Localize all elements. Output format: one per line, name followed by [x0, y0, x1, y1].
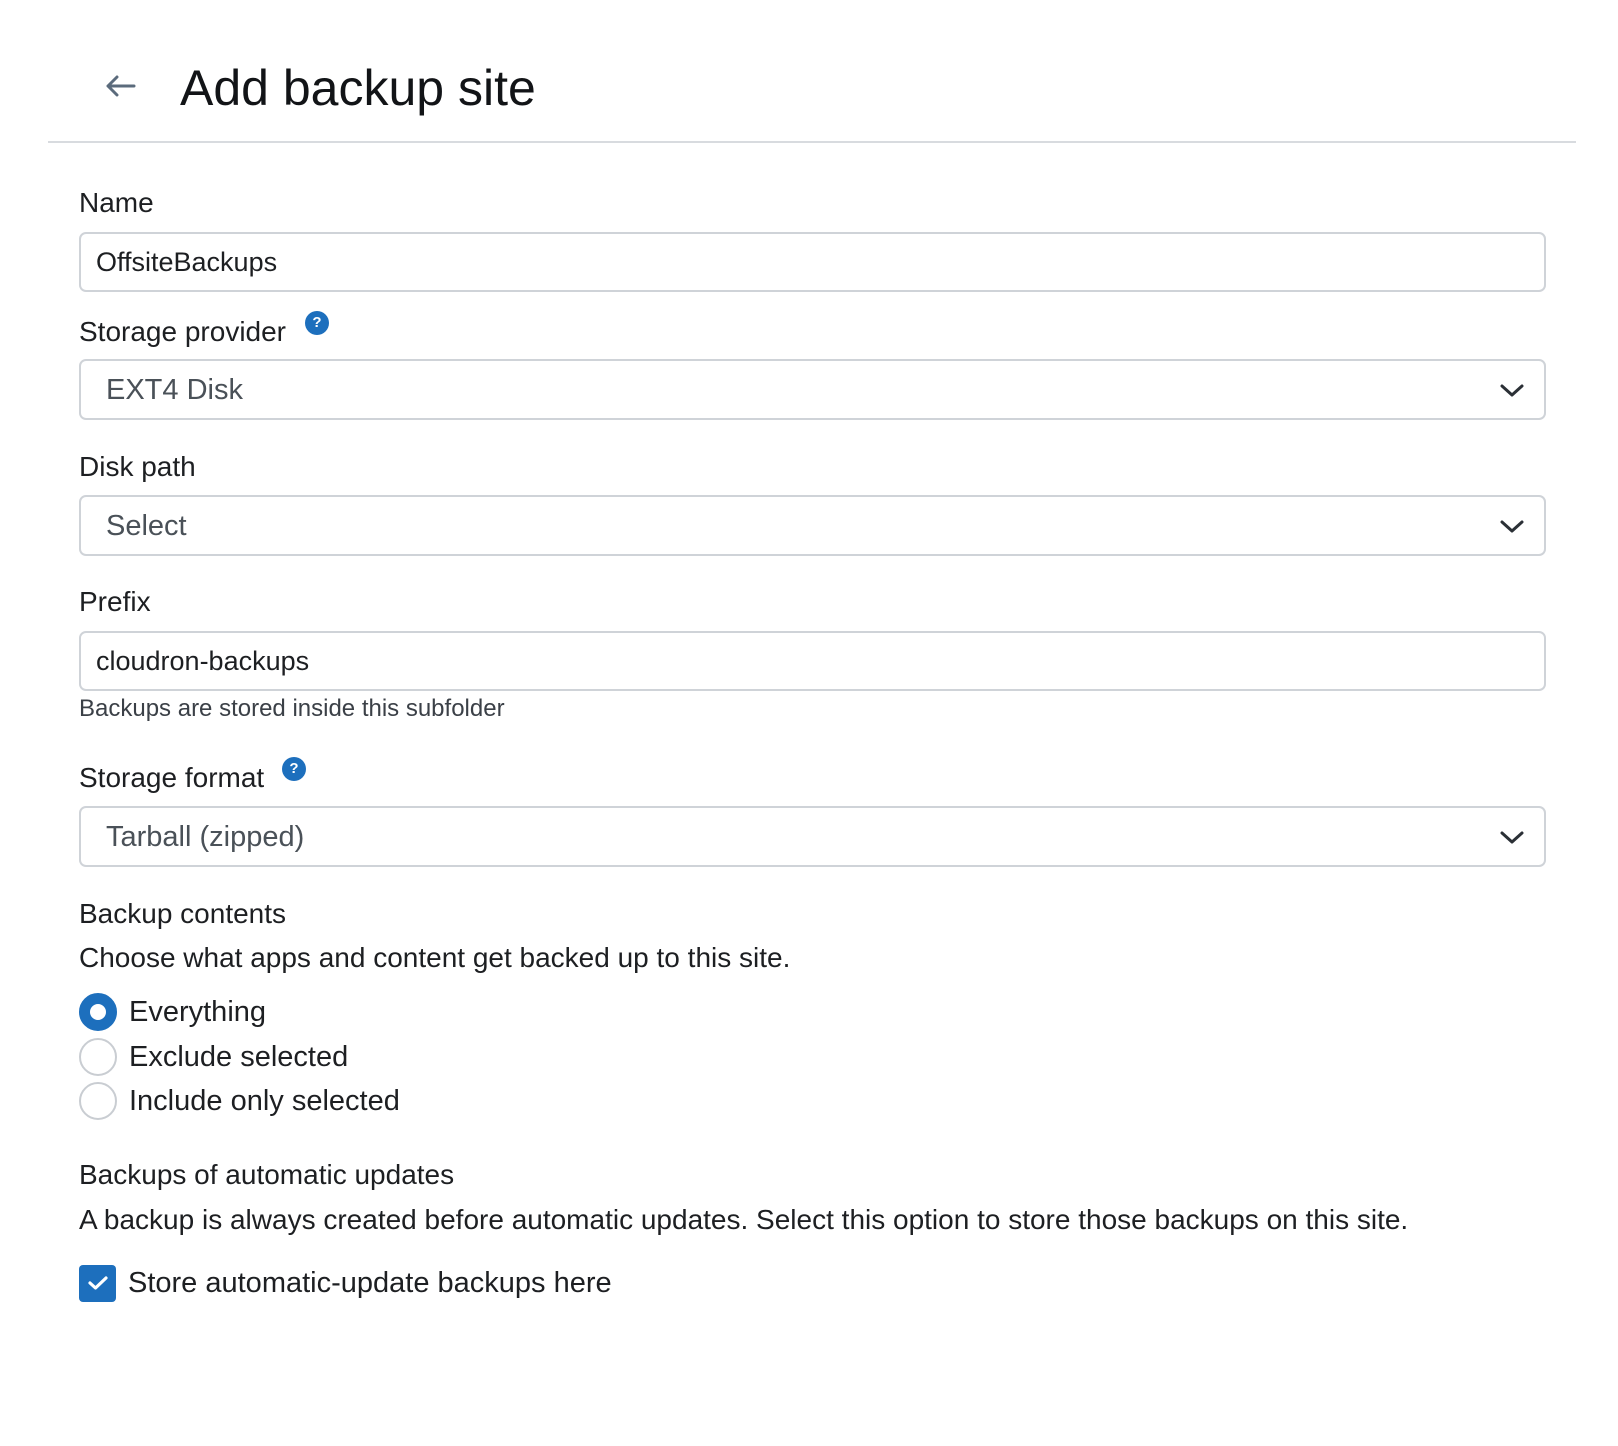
storage-provider-label: Storage provider: [79, 316, 287, 347]
auto-updates-description: A backup is always created before automa…: [79, 1204, 1409, 1235]
radio-label: Include only selected: [129, 1085, 400, 1117]
checkbox[interactable]: [79, 1264, 116, 1302]
disk-path-select[interactable]: Select: [79, 495, 1546, 556]
checkbox-label: Store automatic-update backups here: [128, 1267, 612, 1299]
radio-everything[interactable]: Everything: [79, 993, 266, 1031]
check-icon: [87, 1276, 108, 1290]
prefix-label: Prefix: [79, 586, 151, 617]
storage-provider-value: EXT4 Disk: [106, 374, 243, 406]
radio-include-only-selected[interactable]: Include only selected: [79, 1082, 400, 1120]
question-circle-icon[interactable]: ?: [282, 757, 306, 781]
name-label: Name: [79, 187, 154, 218]
radio-label: Everything: [129, 996, 267, 1028]
question-circle-icon[interactable]: ?: [305, 311, 329, 335]
backup-contents-description: Choose what apps and content get backed …: [79, 942, 791, 973]
storage-format-select[interactable]: Tarball (zipped): [79, 806, 1546, 867]
radio-button[interactable]: [79, 993, 117, 1031]
radio-button[interactable]: [79, 1038, 117, 1076]
prefix-hint: Backups are stored inside this subfolder: [79, 695, 505, 722]
radio-button[interactable]: [79, 1082, 117, 1120]
storage-provider-select[interactable]: EXT4 Disk: [79, 359, 1546, 420]
storage-format-label: Storage format: [79, 762, 265, 793]
disk-path-value: Select: [106, 510, 187, 542]
disk-path-label: Disk path: [79, 451, 196, 482]
backup-contents-title: Backup contents: [79, 898, 287, 929]
back-button[interactable]: [100, 66, 140, 106]
radio-exclude-selected[interactable]: Exclude selected: [79, 1038, 348, 1076]
auto-updates-title: Backups of automatic updates: [79, 1159, 455, 1190]
chevron-down-icon: [1500, 831, 1524, 844]
store-auto-update-backups-checkbox[interactable]: Store automatic-update backups here: [79, 1264, 612, 1302]
chevron-down-icon: [1500, 520, 1524, 533]
radio-label: Exclude selected: [129, 1041, 349, 1073]
storage-format-value: Tarball (zipped): [106, 821, 305, 853]
page-header: Add backup site: [48, 0, 1576, 143]
arrow-left-icon: [106, 75, 136, 97]
page-title: Add backup site: [180, 60, 536, 116]
prefix-input[interactable]: [79, 631, 1546, 691]
name-input[interactable]: [79, 232, 1546, 292]
chevron-down-icon: [1500, 384, 1524, 397]
